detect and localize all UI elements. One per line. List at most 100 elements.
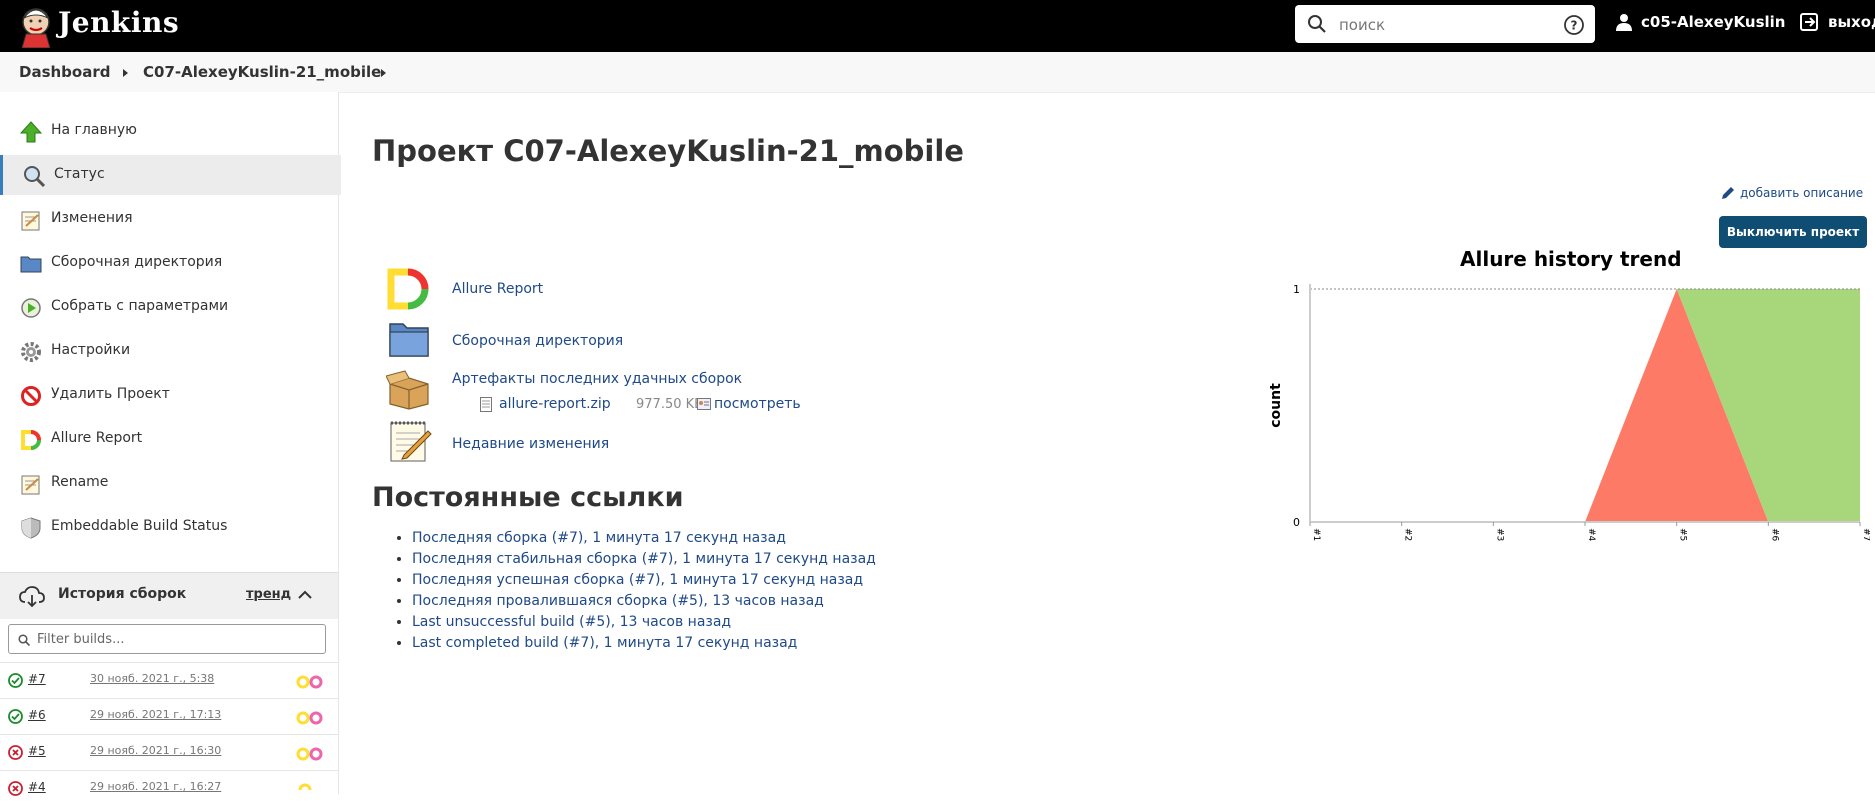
allure-icon[interactable] <box>296 747 324 761</box>
search-input[interactable] <box>1337 13 1561 37</box>
task-home[interactable]: На главную <box>0 111 338 151</box>
filter-builds-input[interactable] <box>8 624 326 654</box>
user-link[interactable]: c05-AlexeyKuslin <box>1615 13 1785 31</box>
help-icon[interactable]: ? <box>1563 14 1585 36</box>
build-number-link[interactable]: #5 <box>28 744 46 758</box>
folder-icon[interactable] <box>388 320 430 358</box>
permalink[interactable]: Последняя успешная сборка (#7), 1 минута… <box>412 572 863 588</box>
build-number-link[interactable]: #6 <box>28 708 46 722</box>
permalink[interactable]: Последняя стабильная сборка (#7), 1 мину… <box>412 551 876 567</box>
add-description-link[interactable]: добавить описание <box>1720 185 1863 201</box>
breadcrumb-project[interactable]: C07-AlexeyKuslin-21_mobile <box>143 63 381 81</box>
task-delete-project[interactable]: Удалить Проект <box>0 375 338 415</box>
logout-label: выход <box>1828 13 1875 31</box>
task-configure[interactable]: Настройки <box>0 331 338 371</box>
search-box: ? <box>1295 5 1595 43</box>
x-tick-label: #7 <box>1861 528 1870 541</box>
artifact-file-link[interactable]: allure-report.zip <box>499 396 611 412</box>
list-item: Последняя успешная сборка (#7), 1 минута… <box>412 570 876 591</box>
build-row[interactable]: #5 29 нояб. 2021 г., 16:30 <box>0 734 338 771</box>
logout-icon <box>1800 13 1818 31</box>
task-build-with-parameters[interactable]: Собрать с параметрами <box>0 287 338 327</box>
cloud-download-icon <box>19 586 45 608</box>
artifact-view-link[interactable]: посмотреть <box>714 396 801 412</box>
permalink[interactable]: Last unsuccessful build (#5), 13 часов н… <box>412 614 731 630</box>
build-history-title: История сборок <box>58 586 187 602</box>
logout-link[interactable]: выход <box>1800 13 1875 31</box>
notepad-icon <box>21 211 40 231</box>
pencil-icon <box>1722 187 1734 199</box>
y-axis-label: count <box>1268 383 1284 428</box>
series-area[interactable] <box>1310 289 1860 522</box>
breadcrumb: Dashboard C07-AlexeyKuslin-21_mobile <box>0 52 1875 93</box>
build-date-link[interactable]: 29 нояб. 2021 г., 17:13 <box>90 708 221 721</box>
jenkins-logo-icon[interactable] <box>16 4 60 48</box>
success-icon <box>8 709 23 724</box>
permalink[interactable]: Последняя провалившаяся сборка (#5), 13 … <box>412 593 824 609</box>
package-icon[interactable] <box>386 370 432 410</box>
build-number-link[interactable]: #4 <box>28 780 46 794</box>
page-title: Проект C07-AlexeyKuslin-21_mobile <box>372 134 964 168</box>
allure-report-link[interactable]: Allure Report <box>452 281 543 297</box>
disable-project-button[interactable]: Выключить проект <box>1719 216 1867 248</box>
build-row[interactable]: #7 30 нояб. 2021 г., 5:38 <box>0 662 338 699</box>
recent-changes-link[interactable]: Недавние изменения <box>452 436 609 452</box>
trend-link[interactable]: тренд <box>246 587 291 602</box>
task-allure-report[interactable]: Allure Report <box>0 419 338 459</box>
breadcrumb-dashboard[interactable]: Dashboard <box>19 63 110 81</box>
task-label: Изменения <box>51 210 133 226</box>
add-description-label: добавить описание <box>1740 186 1864 200</box>
failed-icon <box>8 745 23 760</box>
artifacts-link[interactable]: Артефакты последних удачных сборок <box>452 371 742 387</box>
task-label: Собрать с параметрами <box>51 298 229 314</box>
chart-title: Allure history trend <box>1460 247 1682 271</box>
task-status[interactable]: Статус <box>0 155 341 195</box>
gear-icon <box>21 342 41 362</box>
build-date-link[interactable]: 29 нояб. 2021 г., 16:27 <box>90 780 221 793</box>
list-item: Последняя стабильная сборка (#7), 1 мину… <box>412 549 876 570</box>
list-item: Last completed build (#7), 1 минута 17 с… <box>412 633 876 654</box>
jenkins-brand[interactable]: Jenkins <box>58 6 179 39</box>
allure-icon <box>21 430 41 450</box>
task-label: Удалить Проект <box>51 386 170 402</box>
y-tick-label: 0 <box>1293 516 1300 529</box>
list-item: Last unsuccessful build (#5), 13 часов н… <box>412 612 876 633</box>
allure-trend-chart[interactable]: 0 1 #1 #2 #3 #4 #5 #6 #7 count <box>1260 270 1870 560</box>
page-header: Jenkins ? c05-AlexeyKuslin выход <box>0 0 1875 52</box>
task-label: Настройки <box>51 342 131 358</box>
svg-text:?: ? <box>1571 19 1578 33</box>
build-date-link[interactable]: 29 нояб. 2021 г., 16:30 <box>90 744 221 757</box>
success-icon <box>8 673 23 688</box>
side-panel: На главную Статус Изменения Сборочная ди… <box>0 92 341 796</box>
chevron-up-icon[interactable] <box>298 590 312 600</box>
build-row[interactable]: #4 29 нояб. 2021 г., 16:27 <box>0 770 338 807</box>
task-workspace[interactable]: Сборочная директория <box>0 243 338 283</box>
notepad-icon[interactable] <box>388 419 432 463</box>
build-icon <box>21 298 41 318</box>
allure-icon[interactable] <box>296 783 324 797</box>
build-date-link[interactable]: 30 нояб. 2021 г., 5:38 <box>90 672 214 685</box>
allure-icon[interactable] <box>296 711 324 725</box>
task-label: Rename <box>51 474 109 490</box>
allure-icon[interactable] <box>296 675 324 689</box>
breadcrumb-menu-icon[interactable] <box>381 69 386 77</box>
x-tick-label: #2 <box>1403 528 1413 541</box>
breadcrumb-menu-icon[interactable] <box>123 69 128 77</box>
task-label: Сборочная директория <box>51 254 223 270</box>
no-entry-icon <box>21 386 41 406</box>
task-embeddable-build-status[interactable]: Embeddable Build Status <box>0 507 338 547</box>
artifact-size: 977.50 KB <box>636 397 704 412</box>
permalink[interactable]: Последняя сборка (#7), 1 минута 17 секун… <box>412 530 786 546</box>
shield-icon <box>21 517 41 539</box>
build-number-link[interactable]: #7 <box>28 672 46 686</box>
permalink[interactable]: Last completed build (#7), 1 минута 17 с… <box>412 635 797 651</box>
list-item: Последняя провалившаяся сборка (#5), 13 … <box>412 591 876 612</box>
task-label: Embeddable Build Status <box>51 518 228 534</box>
build-row[interactable]: #6 29 нояб. 2021 г., 17:13 <box>0 698 338 735</box>
task-changes[interactable]: Изменения <box>0 199 338 239</box>
allure-icon[interactable] <box>386 268 432 310</box>
workspace-link[interactable]: Сборочная директория <box>452 333 623 349</box>
user-name: c05-AlexeyKuslin <box>1641 13 1786 31</box>
task-rename[interactable]: Rename <box>0 463 338 503</box>
search-icon <box>18 634 30 646</box>
